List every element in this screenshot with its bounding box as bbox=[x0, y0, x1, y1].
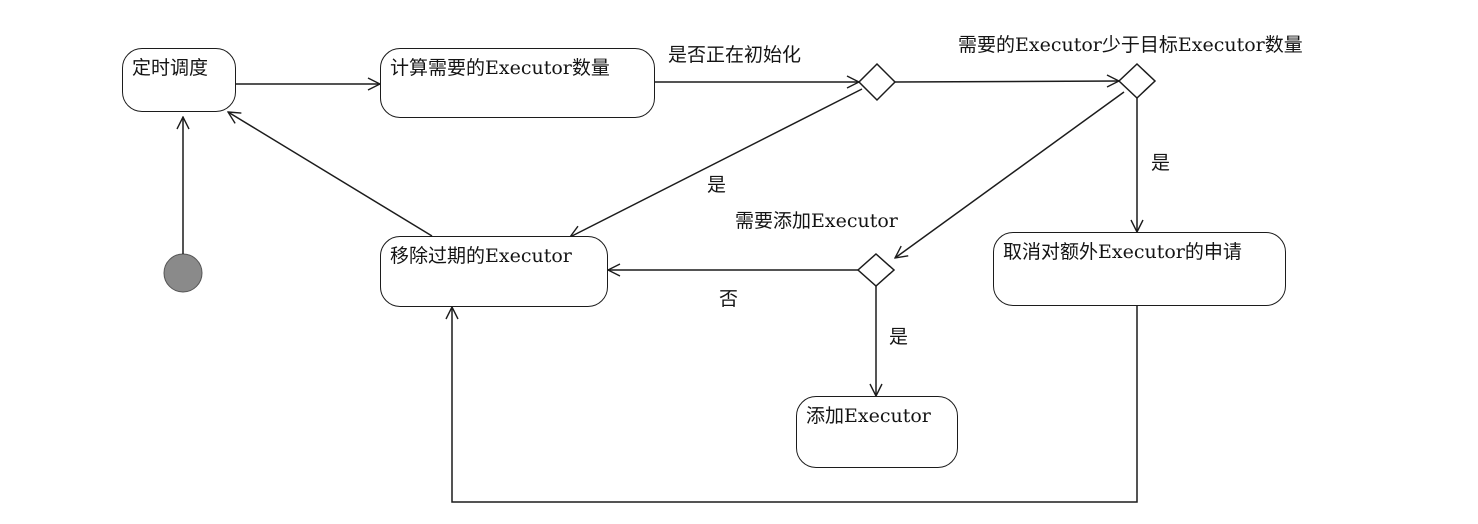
state-remove: 移除过期的Executor bbox=[380, 236, 608, 307]
guard-need-less-label: 需要的Executor少于目标Executor数量 bbox=[958, 34, 1303, 56]
state-remove-label: 移除过期的Executor bbox=[390, 245, 572, 267]
state-compute: 计算需要的Executor数量 bbox=[380, 48, 655, 118]
state-timer: 定时调度 bbox=[122, 48, 236, 112]
guard-initializing-label: 是否正在初始化 bbox=[668, 44, 802, 66]
guard-need-add-label: 需要添加Executor bbox=[735, 210, 898, 232]
initial-state-dot bbox=[163, 253, 203, 293]
decision-need-less-diamond bbox=[1117, 62, 1157, 100]
edge-remove-to-timer bbox=[228, 112, 433, 237]
state-timer-label: 定时调度 bbox=[132, 57, 209, 79]
state-cancel: 取消对额外Executor的申请 bbox=[993, 232, 1286, 306]
state-cancel-label: 取消对额外Executor的申请 bbox=[1003, 241, 1242, 263]
edge-cancel-to-remove bbox=[452, 306, 1138, 503]
guard-init-yes-label: 是 bbox=[707, 174, 727, 196]
guard-add-yes-label: 是 bbox=[889, 326, 909, 348]
guard-add-no-label: 否 bbox=[719, 288, 739, 310]
guard-less-yes-label: 是 bbox=[1151, 152, 1171, 174]
decision-need-add-diamond bbox=[856, 252, 896, 288]
state-add-label: 添加Executor bbox=[806, 405, 931, 427]
edge-decision-to-need-less bbox=[894, 81, 1119, 82]
state-compute-label: 计算需要的Executor数量 bbox=[390, 57, 610, 79]
state-add: 添加Executor bbox=[796, 396, 958, 468]
decision-initializing-diamond bbox=[857, 62, 897, 102]
